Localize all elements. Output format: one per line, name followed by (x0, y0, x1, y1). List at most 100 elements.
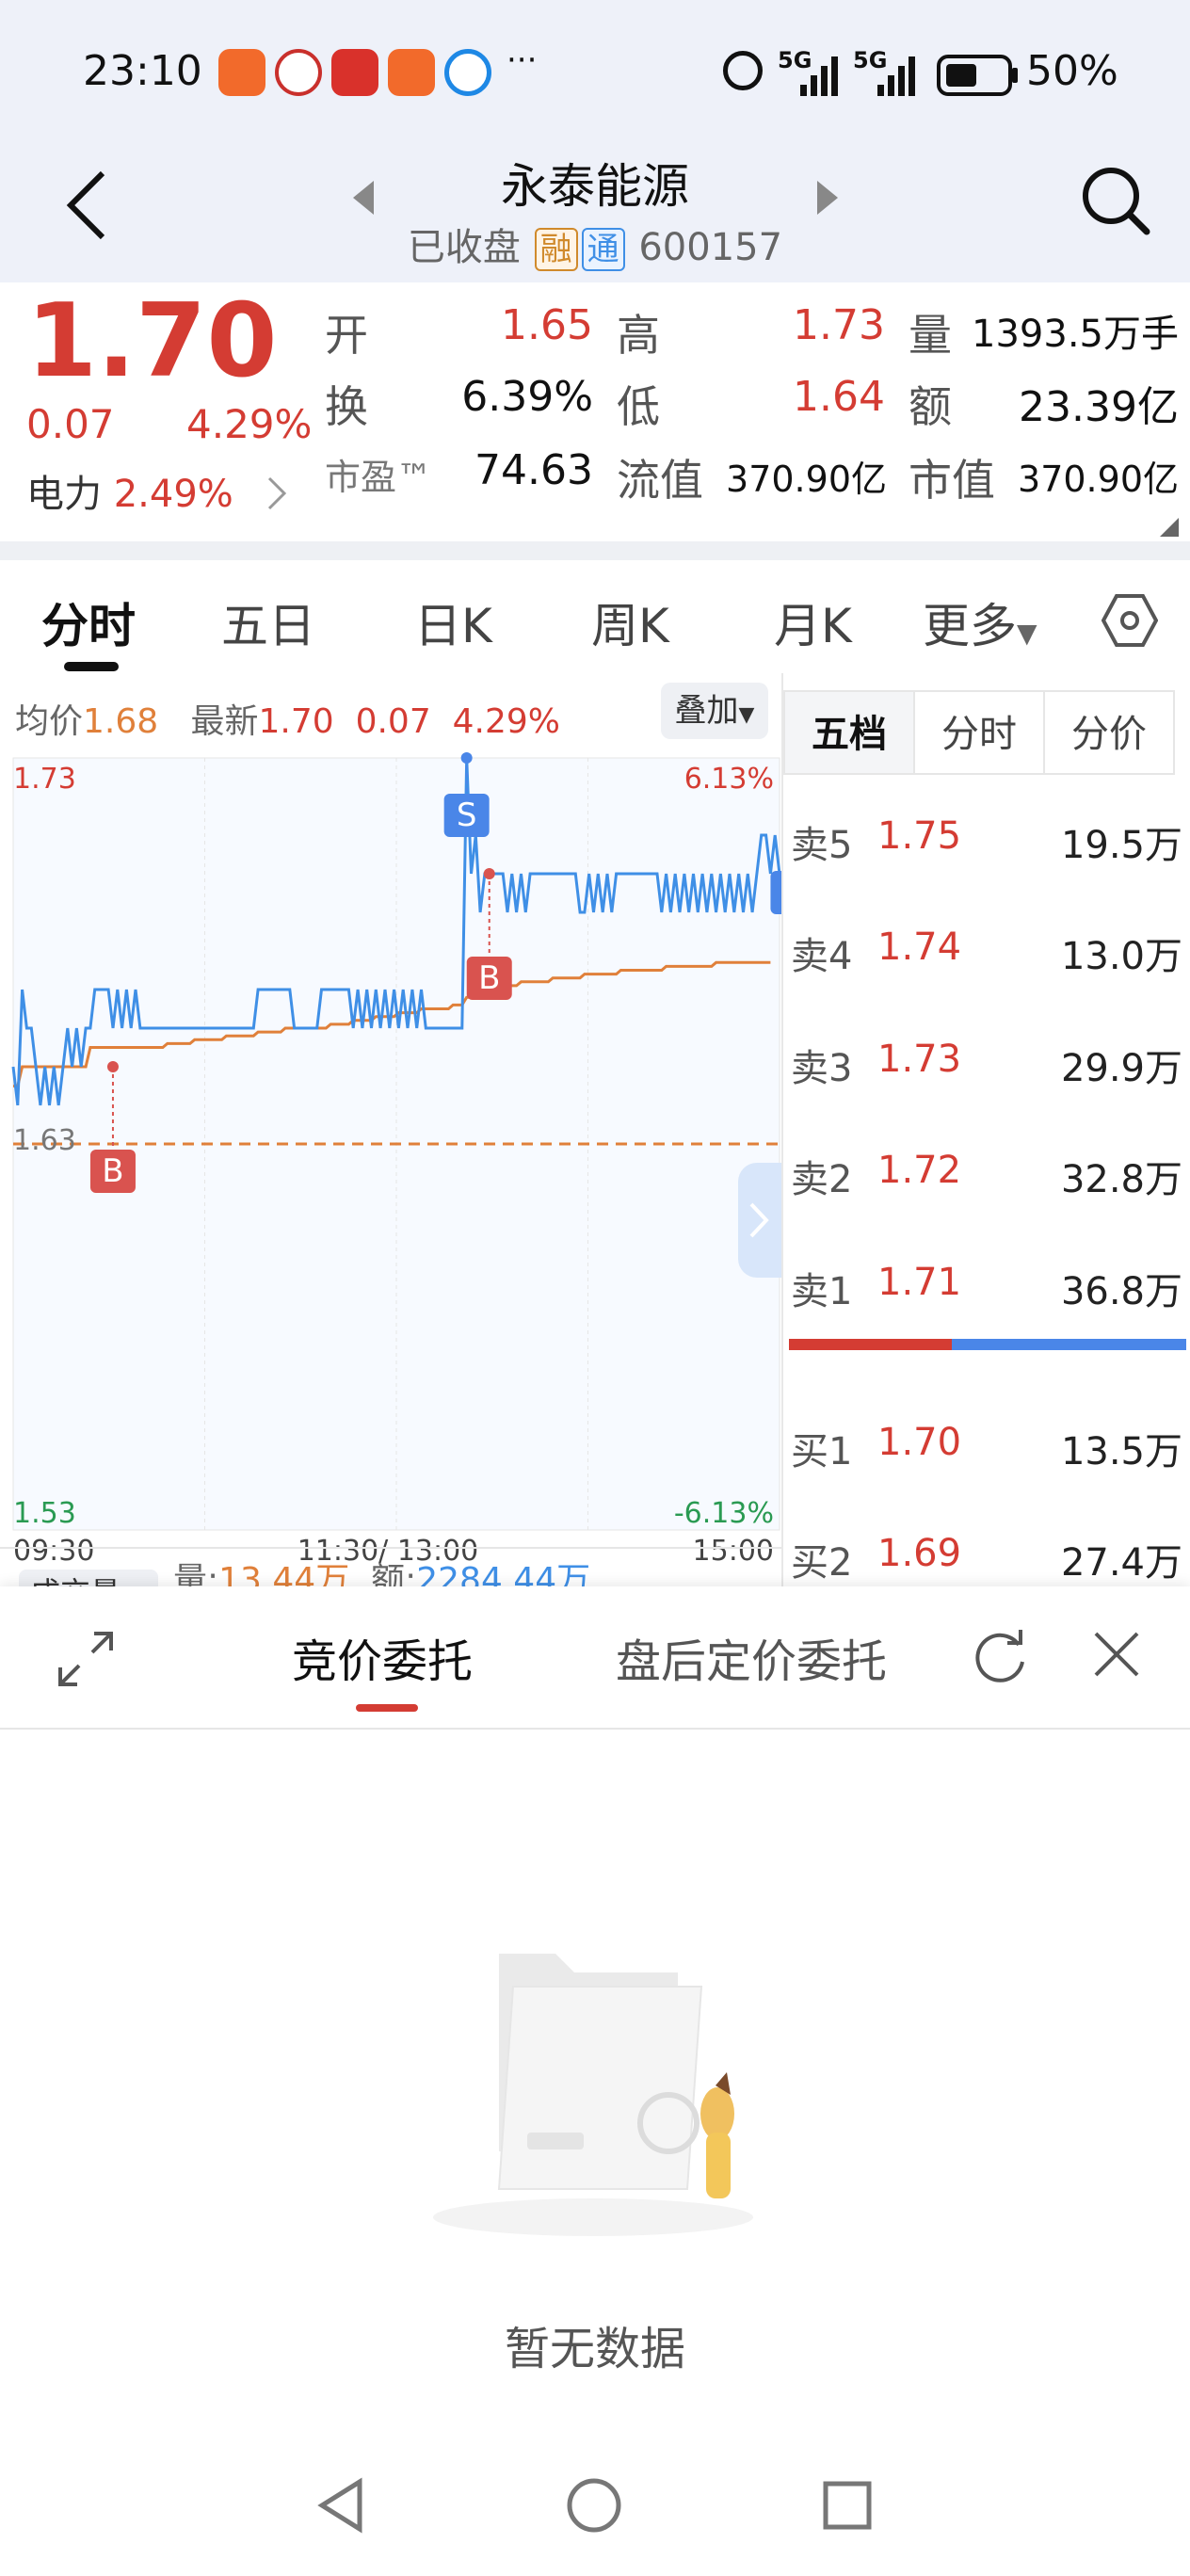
tab-daily-k[interactable]: 日K (414, 588, 492, 656)
bid-ask-ratio-bar (789, 1339, 1186, 1350)
tab-active-indicator (356, 1704, 418, 1712)
pct-axis-bottom-label: -6.13% (674, 1497, 774, 1530)
ask-volume: 36.8万 (1060, 1270, 1182, 1313)
value-high: 1.73 (793, 301, 885, 349)
empty-state-illustration (433, 1954, 753, 2236)
fullscreen-expand-icon[interactable] (55, 1628, 117, 1690)
chart-info-line: 均价1.68 最新1.70 0.07 4.29% (15, 694, 560, 743)
latest-change-value: 0.07 (355, 702, 431, 741)
connect-tag: 通 (581, 228, 625, 271)
tab-monthly-k[interactable]: 月K (774, 588, 852, 656)
ask-row: 卖3 1.73 29.9万 (783, 1011, 1190, 1105)
label-volume: 量 (909, 310, 952, 361)
search-icon[interactable] (1079, 164, 1154, 239)
value-turnover: 6.39% (461, 373, 593, 421)
label-turnover: 换 (325, 381, 368, 432)
ask-price: 1.72 (877, 1149, 962, 1192)
ask-price: 1.74 (877, 926, 962, 969)
chevron-right-icon (749, 1202, 769, 1238)
tab-auction-order[interactable]: 竞价委托 (292, 1624, 473, 1690)
y-axis-top-label: 1.73 (13, 763, 76, 796)
prev-close-label: 1.63 (13, 1124, 76, 1157)
value-pe: 74.63 (474, 446, 593, 494)
sector-pct: 2.49% (113, 473, 233, 516)
settings-hexagon-icon[interactable] (1102, 592, 1158, 649)
browser-app-icon (444, 49, 491, 96)
nav-recents-icon[interactable] (821, 2476, 874, 2535)
bid-volume: 27.4万 (1060, 1541, 1182, 1585)
overlay-button[interactable]: 叠加▼ (661, 683, 768, 739)
marker-point (483, 868, 495, 879)
bid-label: 买1 (791, 1430, 853, 1473)
margin-tag: 融 (534, 228, 578, 271)
latest-pct-value: 4.29% (452, 702, 560, 741)
ask-price: 1.73 (877, 1038, 962, 1081)
ask-label: 卖2 (791, 1158, 853, 1201)
intraday-chart[interactable]: BSBS 1.73 6.13% 1.63 1.53 -6.13% 09:30 1… (0, 749, 781, 1586)
value-amount: 23.39亿 (1019, 383, 1179, 431)
sector-link[interactable]: 电力 2.49% (26, 463, 233, 518)
tab-more-label: 更多 (923, 599, 1017, 653)
avg-price-label: 均价 (15, 702, 84, 741)
chart-divider (0, 1547, 781, 1549)
tab-five-levels[interactable]: 五档 (783, 690, 915, 775)
tab-time-sales[interactable]: 分时 (913, 690, 1045, 775)
marker-point (106, 1061, 119, 1072)
pct-axis-top-label: 6.13% (684, 763, 774, 796)
overlay-button-label: 叠加 (674, 692, 739, 730)
y-axis-bottom-label: 1.53 (13, 1497, 76, 1530)
x-tick-open: 09:30 (13, 1535, 94, 1568)
trade-marker-label: B (478, 959, 500, 997)
nav-home-icon[interactable] (565, 2476, 623, 2535)
bid-price: 1.69 (877, 1532, 962, 1575)
label-open: 开 (325, 310, 368, 361)
tab-price-dist[interactable]: 分价 (1043, 690, 1175, 775)
ask-ratio-fill (789, 1339, 952, 1350)
trade-marker-label: S (457, 797, 477, 834)
marker-point (460, 752, 473, 764)
tab-after-hours-order[interactable]: 盘后定价委托 (616, 1624, 887, 1690)
value-open: 1.65 (501, 301, 593, 349)
ask-label: 卖5 (791, 824, 853, 867)
label-low: 低 (617, 381, 660, 432)
stock-subtitle: 已收盘 融通 600157 (0, 217, 1190, 271)
tab-weekly-k[interactable]: 周K (591, 588, 669, 656)
nav-back-icon[interactable] (314, 2476, 367, 2535)
ask-label: 卖1 (791, 1270, 853, 1313)
value-volume: 1393.5万手 (972, 313, 1179, 356)
tab-intraday[interactable]: 分时 (41, 588, 136, 656)
ask-volume: 29.9万 (1060, 1047, 1182, 1090)
value-float-cap: 370.90亿 (726, 459, 887, 500)
price-change: 0.07 (26, 401, 115, 447)
bid-price: 1.70 (877, 1421, 962, 1464)
stock-name: 永泰能源 (501, 159, 689, 214)
tab-active-indicator (64, 662, 119, 671)
order-sheet-panel: 竞价委托 盘后定价委托 暂无数据 (0, 1586, 1190, 2576)
close-icon[interactable] (1090, 1628, 1143, 1681)
tab-more[interactable]: 更多▼ (923, 588, 1037, 656)
refresh-icon[interactable] (972, 1624, 1030, 1690)
value-low: 1.64 (793, 373, 885, 421)
app-notification-icon (388, 49, 435, 96)
current-price: 1.70 (26, 282, 278, 400)
price-change-pct: 4.29% (186, 401, 313, 447)
trade-marker-label: B (102, 1152, 123, 1190)
chart-tabs: 分时 五日 日K 周K 月K 更多▼ (0, 560, 1190, 673)
expand-corner-icon[interactable] (1160, 518, 1179, 537)
panel-divider (0, 1728, 1190, 1730)
expand-side-panel-button[interactable] (738, 1163, 781, 1278)
dropdown-triangle-icon: ▼ (1017, 618, 1037, 649)
ask-row: 卖5 1.75 19.5万 (783, 788, 1190, 882)
latest-price-label: 最新 (190, 702, 259, 741)
quote-panel: 1.70 0.07 4.29% 电力 2.49% 开 1.65 高 1.73 量… (0, 282, 1190, 541)
battery-percent: 50% (1026, 47, 1118, 95)
value-market-cap: 370.90亿 (1018, 459, 1179, 500)
chevron-right-icon[interactable] (265, 475, 288, 512)
more-notifications-icon: ··· (507, 41, 538, 79)
ask-row: 卖2 1.72 32.8万 (783, 1122, 1190, 1216)
bid-row: 买1 1.70 13.5万 (783, 1394, 1190, 1489)
tab-five-day[interactable]: 五日 (221, 588, 315, 656)
bank-app-icon (275, 49, 322, 96)
empty-state-text: 暂无数据 (504, 2323, 685, 2375)
label-float-cap: 流值 (617, 455, 703, 506)
